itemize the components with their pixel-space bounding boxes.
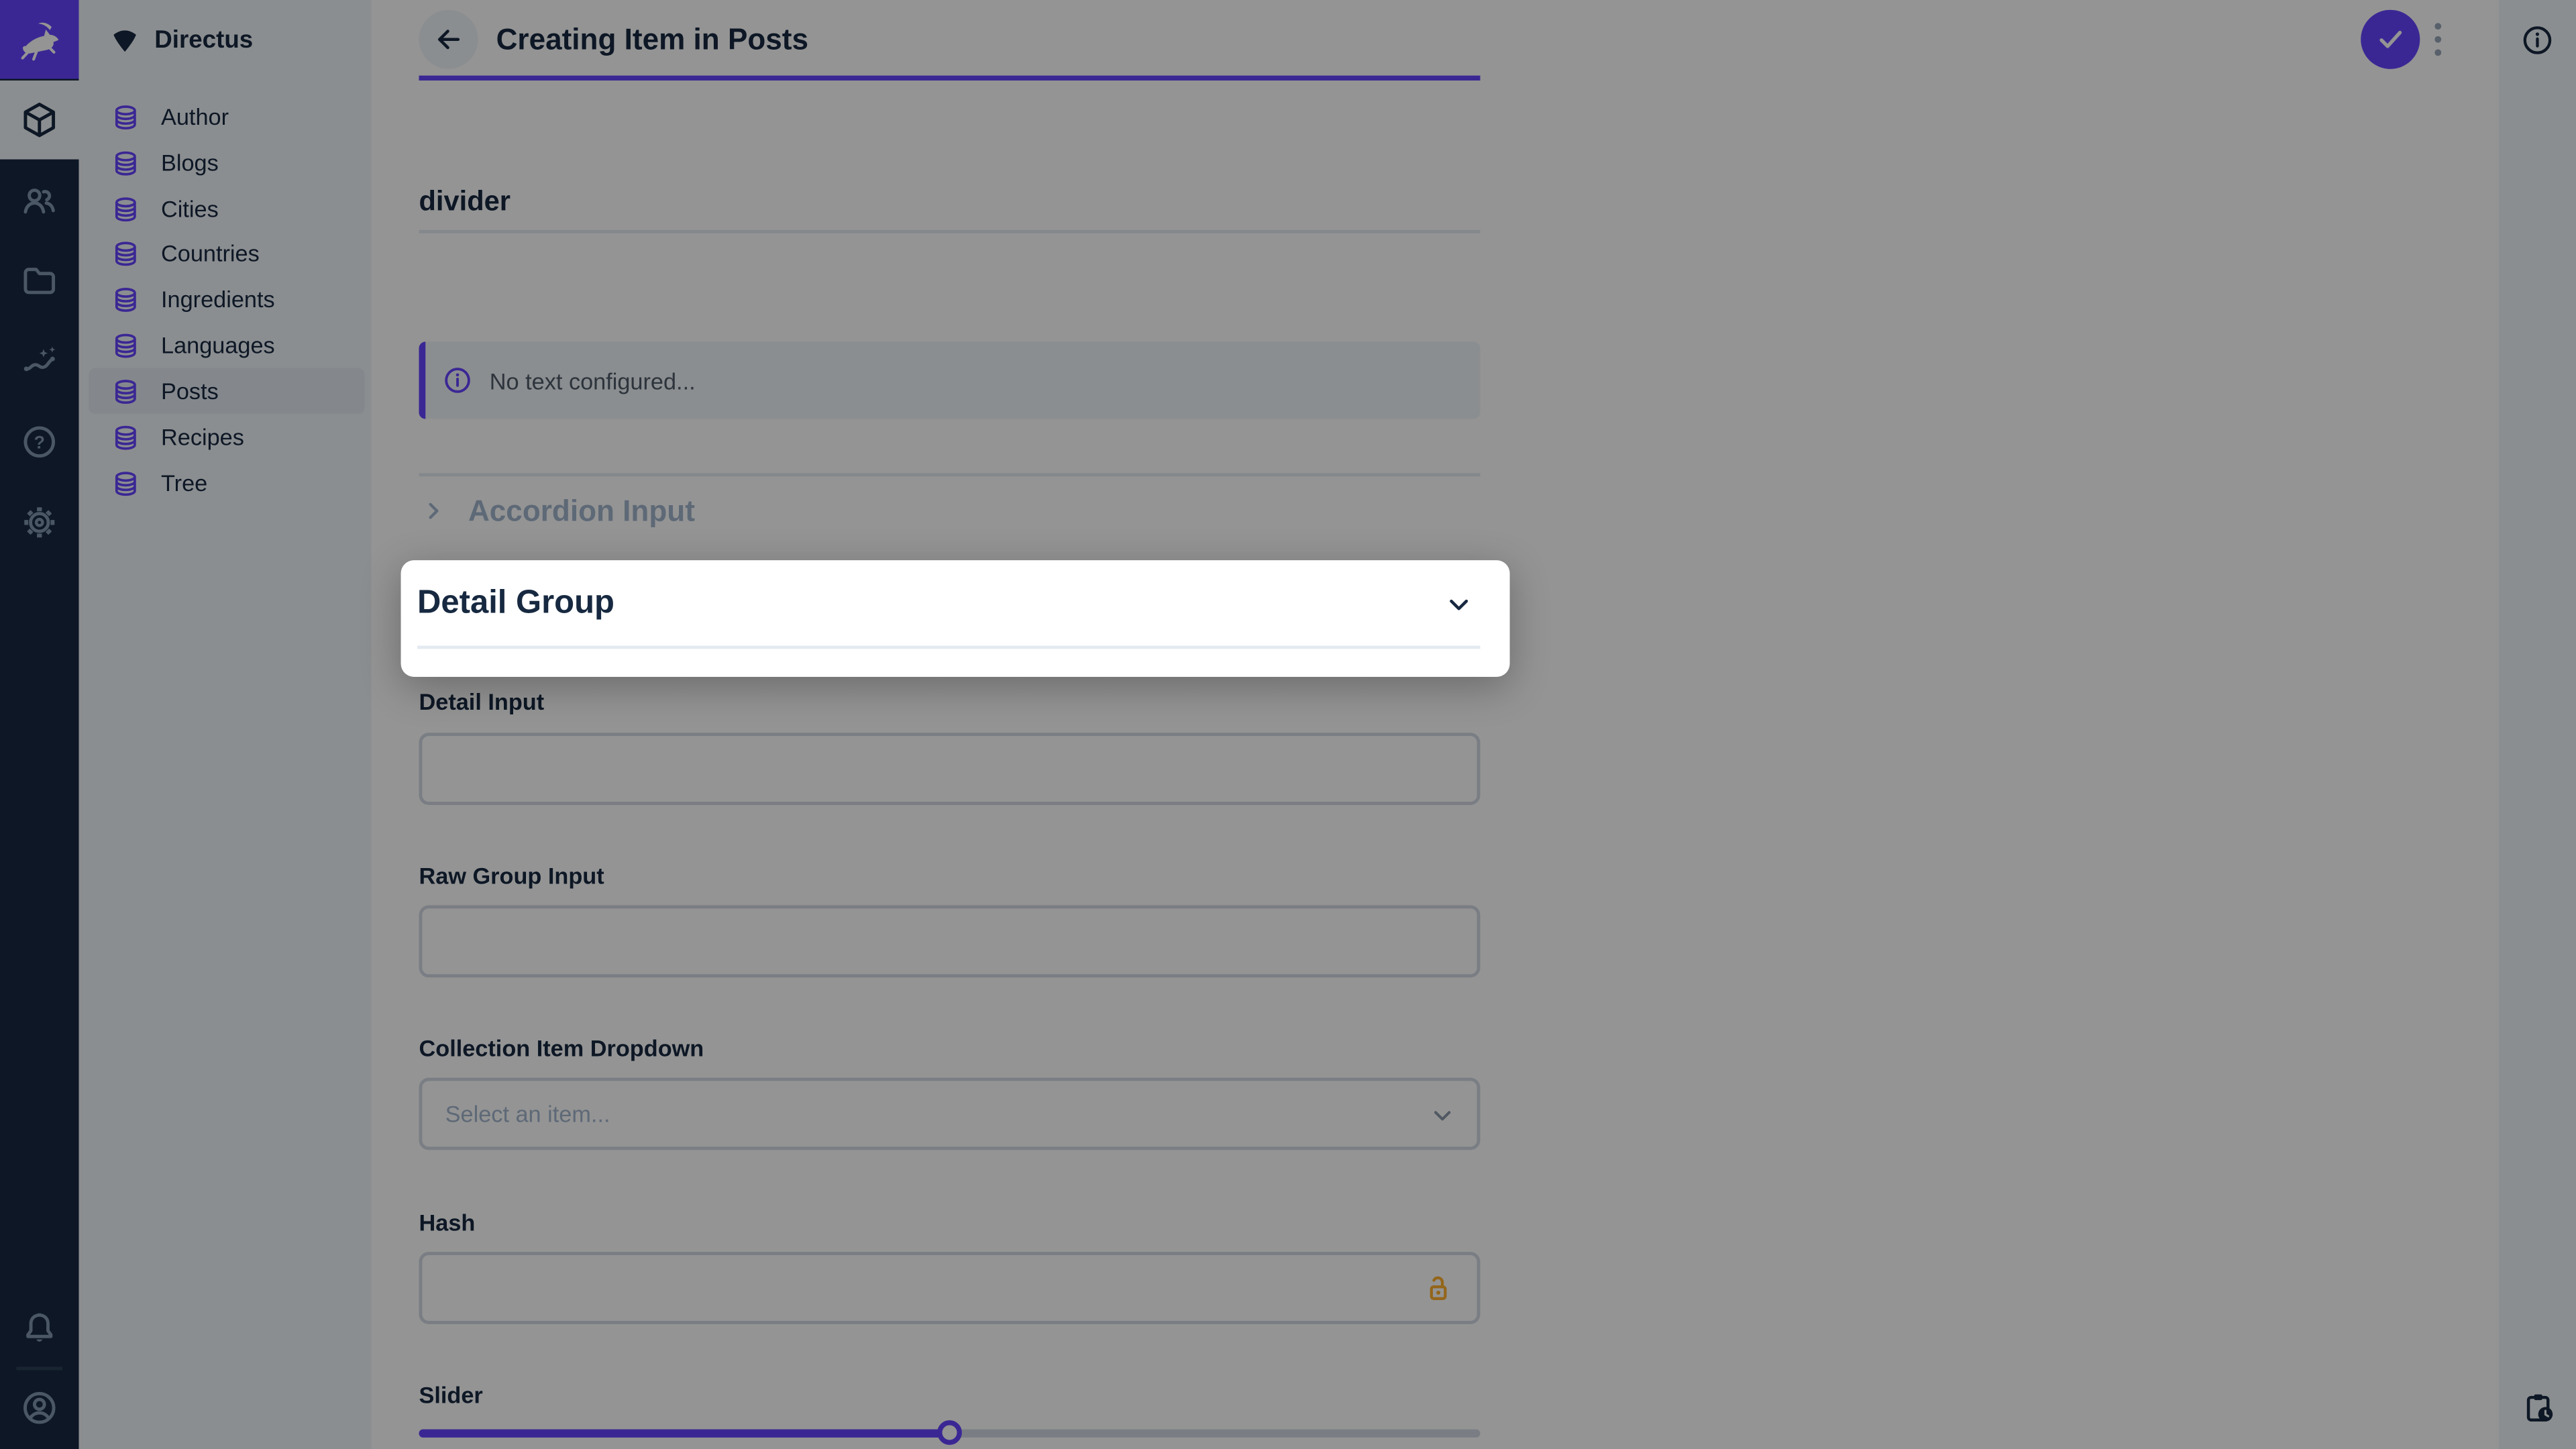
- app-window: ?: [0, 0, 2576, 1449]
- detail-group-title: Detail Group: [417, 560, 614, 647]
- detail-group-card[interactable]: Detail Group: [401, 560, 1510, 677]
- dim-overlay[interactable]: [0, 0, 2576, 1449]
- chevron-down-icon[interactable]: [1442, 588, 1475, 621]
- detail-group-divider: [417, 645, 1480, 649]
